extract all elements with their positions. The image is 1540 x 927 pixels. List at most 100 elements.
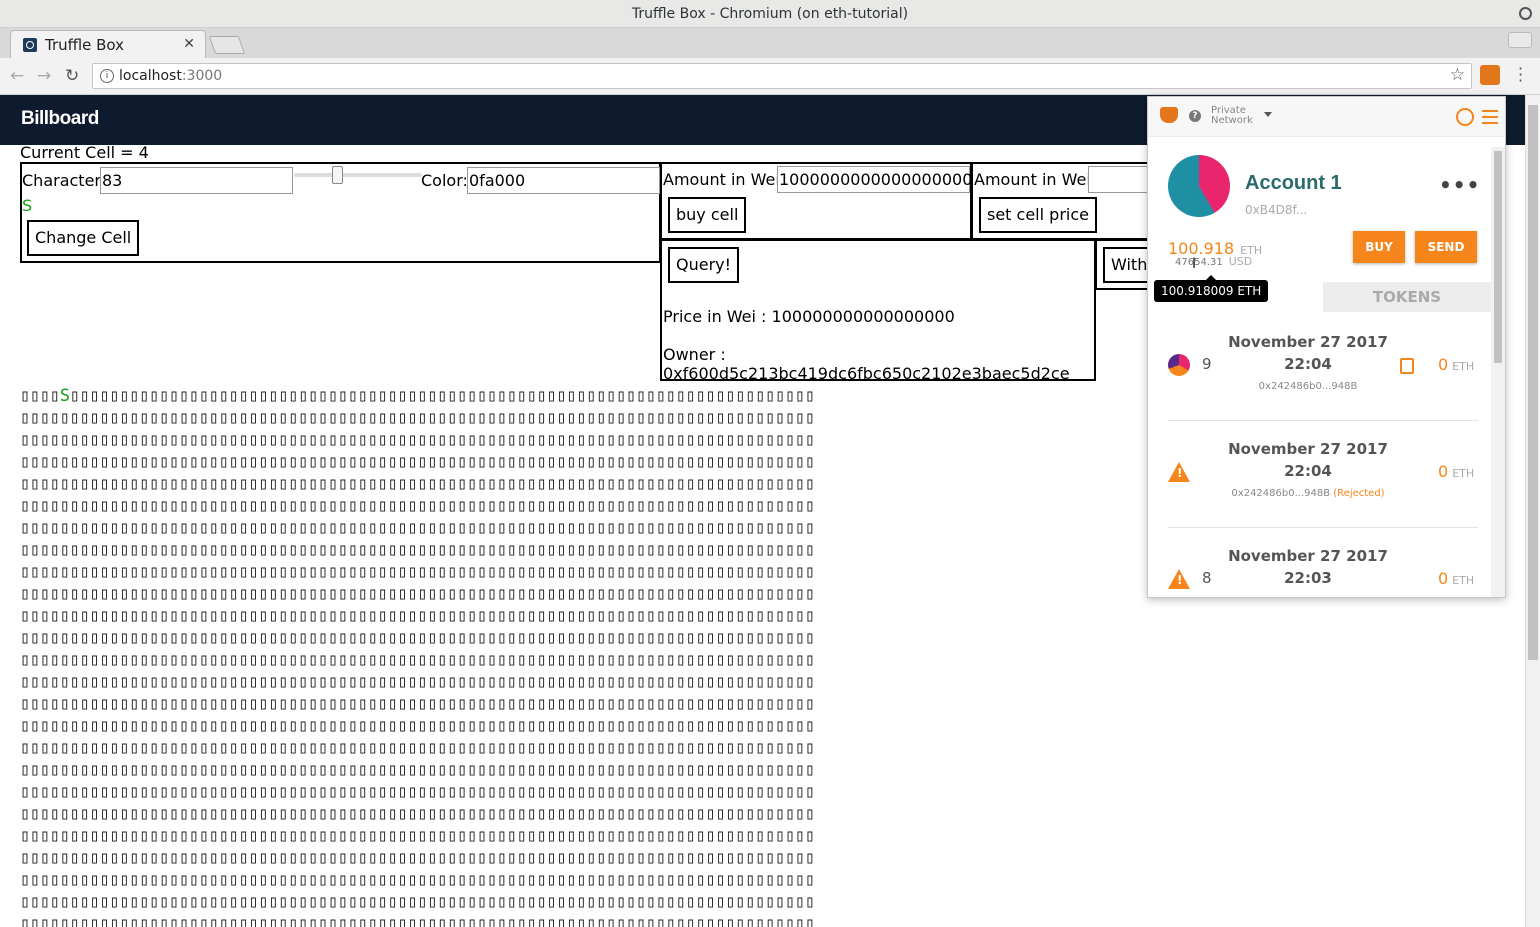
send-button[interactable]: SEND: [1415, 231, 1477, 263]
tx-date: November 27 2017 22:03: [1218, 545, 1398, 589]
tx-amount-value: 0: [1438, 569, 1449, 588]
metamask-header: ? Private Network: [1148, 97, 1505, 137]
query-button[interactable]: Query!: [668, 247, 740, 283]
tx-hash-value: 0x242486b0...948B: [1258, 381, 1358, 392]
current-cell-label: Current Cell = 4: [20, 143, 149, 162]
metamask-scrollbar[interactable]: [1491, 147, 1505, 597]
buy-cell-button[interactable]: buy cell: [668, 197, 747, 233]
transaction-row[interactable]: 9 November 27 2017 22:04 0x242486b0...948…: [1168, 315, 1478, 421]
buy-amount-label: Amount in Wei:: [663, 170, 786, 189]
tx-hash: 0x242486b0...948B (Rejected): [1208, 488, 1408, 499]
buy-button[interactable]: BUY: [1353, 231, 1405, 263]
billboard-cell-highlighted[interactable]: S: [60, 386, 70, 406]
tx-amount-unit: ETH: [1452, 360, 1475, 373]
change-cell-button[interactable]: Change Cell: [27, 220, 140, 256]
tx-date-line: November 27 2017: [1228, 440, 1388, 458]
tx-nonce: 9: [1202, 355, 1212, 373]
forward-arrow-icon[interactable]: →: [37, 66, 51, 86]
page-scrollbar-thumb[interactable]: [1528, 105, 1538, 660]
tx-status-rejected: (Rejected): [1333, 488, 1385, 499]
reload-icon[interactable]: ↻: [65, 66, 79, 86]
account-options-icon[interactable]: •••: [1439, 173, 1480, 197]
tx-time-line: 22:04: [1284, 355, 1332, 373]
browser-menu-icon[interactable]: · · ·: [1518, 61, 1523, 89]
tx-time-line: 22:03: [1284, 569, 1332, 587]
tx-amount: 0 ETH: [1438, 355, 1474, 374]
tx-date-line: November 27 2017: [1228, 547, 1388, 565]
network-caret-icon[interactable]: [1264, 112, 1272, 117]
buy-amount-input[interactable]: 1000000000000000000: [777, 166, 972, 193]
tx-date: November 27 2017 22:04: [1218, 438, 1398, 482]
copy-icon[interactable]: [1400, 358, 1414, 374]
character-preview: S: [22, 196, 33, 215]
tab-strip: Truffle Box ✕: [0, 28, 1540, 58]
price-in-wei-text: Price in Wei : 100000000000000000: [663, 307, 955, 326]
tx-amount: 0 ETH: [1438, 569, 1474, 588]
withdraw-panel: Witho: [1095, 239, 1164, 290]
metamask-extension-icon[interactable]: [1480, 65, 1500, 85]
address-bar[interactable]: i localhost:3000 ☆: [92, 63, 1472, 89]
site-info-icon[interactable]: i: [100, 69, 114, 83]
identicon-icon: [1168, 354, 1190, 376]
page-scrollbar[interactable]: [1525, 95, 1540, 927]
window-title: Truffle Box - Chromium (on eth-tutorial): [631, 6, 909, 22]
transaction-row[interactable]: November 27 2017 22:04 0x242486b0...948B …: [1168, 422, 1478, 528]
url-host: localhost: [119, 68, 182, 84]
buy-cell-panel: Amount in Wei: 1000000000000000000 buy c…: [660, 162, 972, 240]
query-panel: Query! Price in Wei : 100000000000000000…: [660, 239, 1096, 383]
set-cell-price-button[interactable]: set cell price: [979, 197, 1097, 233]
usd-balance-value: 47654.31: [1175, 257, 1223, 268]
change-cell-panel: Character: 83 Color: 0fa000 S Change Cel…: [20, 162, 661, 263]
price-amount-label: Amount in Wei:: [974, 170, 1097, 189]
color-label: Color:: [421, 171, 468, 190]
owner-text: Owner : 0xf600d5c213bc419dc6fbc650c2102e…: [663, 345, 1070, 383]
url-port: :3000: [181, 68, 223, 84]
account-avatar: [1168, 155, 1230, 217]
close-tab-icon[interactable]: ✕: [183, 36, 195, 52]
tx-amount-unit: ETH: [1452, 574, 1475, 587]
set-price-panel: Amount in Wei: set cell price: [971, 162, 1163, 240]
tx-nonce: 8: [1202, 569, 1212, 587]
new-tab-button[interactable]: [208, 36, 246, 54]
billboard-grid: ▯▯▯▯S▯▯▯▯▯▯▯▯▯▯▯▯▯▯▯▯▯▯▯▯▯▯▯▯▯▯▯▯▯▯▯▯▯▯▯…: [20, 386, 815, 927]
window-close-icon[interactable]: [1519, 7, 1532, 20]
profile-icon[interactable]: [1508, 32, 1532, 48]
tab-title: Truffle Box: [45, 36, 125, 54]
metamask-scrollbar-thumb[interactable]: [1494, 151, 1502, 363]
browser-toolbar: ← → ↻ i localhost:3000 ☆ · · ·: [0, 58, 1540, 95]
metamask-popup: ? Private Network Account 1 0xB4D8f... •…: [1147, 96, 1506, 598]
warning-icon: [1168, 462, 1190, 482]
hamburger-menu-icon[interactable]: [1482, 110, 1498, 124]
tab-tokens[interactable]: TOKENS: [1323, 282, 1491, 312]
character-label: Character:: [22, 171, 107, 190]
bookmark-star-icon[interactable]: ☆: [1450, 65, 1465, 85]
balance-tooltip: 100.918009 ETH: [1154, 275, 1269, 302]
network-selector[interactable]: Private Network: [1211, 106, 1253, 126]
tx-amount-unit: ETH: [1452, 467, 1475, 480]
usd-balance-unit: USD: [1228, 255, 1253, 268]
tx-date-line: November 27 2017: [1228, 333, 1388, 351]
switch-account-icon[interactable]: [1456, 108, 1474, 126]
back-arrow-icon[interactable]: ←: [10, 66, 24, 86]
text-cursor-icon: I: [1192, 256, 1197, 272]
help-icon[interactable]: ?: [1189, 110, 1201, 122]
account-address[interactable]: 0xB4D8f...: [1245, 203, 1307, 217]
tx-time-line: 22:04: [1284, 462, 1332, 480]
usd-balance: 47654.31 USD: [1175, 255, 1252, 268]
slider-track[interactable]: [294, 173, 422, 177]
transaction-row[interactable]: 8 November 27 2017 22:03 0ETH: [1168, 529, 1478, 597]
truffle-favicon-icon: [23, 38, 37, 52]
account-name: Account 1: [1245, 172, 1342, 194]
tx-amount-value: 0: [1438, 462, 1449, 481]
brand-title[interactable]: Billboard: [21, 108, 99, 130]
tx-hash-value: 0x242486b0...948B: [1231, 488, 1331, 499]
tx-date: November 27 2017 22:04: [1218, 331, 1398, 375]
character-input[interactable]: 83: [100, 167, 293, 194]
tx-amount-value: 0: [1438, 355, 1449, 374]
tx-amount: 0 ETH: [1438, 462, 1474, 481]
color-input[interactable]: 0fa000: [467, 167, 660, 194]
tx-hash: 0x242486b0...948B: [1208, 381, 1408, 392]
browser-tab-truffle-box[interactable]: Truffle Box ✕: [10, 30, 206, 58]
slider-thumb[interactable]: [332, 166, 343, 184]
warning-icon: [1168, 569, 1190, 589]
